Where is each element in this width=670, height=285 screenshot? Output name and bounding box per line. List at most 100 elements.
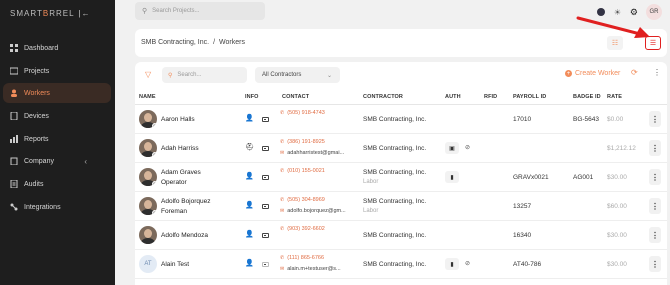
phone-icon: ✆ [280,226,285,232]
project-search-input[interactable]: ⚲ Search Projects... [135,2,265,20]
id-card-icon [262,117,269,122]
person-icon: 👤 [245,115,254,122]
phone-auth-icon[interactable]: ▮ [445,171,459,183]
search-placeholder: Search Projects... [152,8,200,14]
phone-icon: ✆ [280,110,285,116]
list-view-button[interactable]: ☰ [645,36,661,50]
table-row[interactable]: AT Alain Test 👤 ✆ (111) 865-6766 ✉ alain.m… [135,250,667,279]
row-more-button[interactable]: ⋮ [649,227,661,243]
worker-trade: Labor [363,208,379,214]
sidebar-item-projects[interactable]: Projects [3,61,111,81]
worker-email[interactable]: ✉ adahharristest@gmai... [280,150,344,156]
folder-icon [10,67,18,75]
worker-name[interactable]: Adolfo Bojorquez [161,198,211,205]
table-row[interactable]: Adam Graves Operator 👤 ✆ (010) 155-0021 S… [135,163,667,192]
worker-email[interactable]: ✉ alain.m+testuser@s... [280,266,341,272]
row-more-button[interactable]: ⋮ [649,169,661,185]
worker-payroll-id: 13257 [513,203,532,210]
row-more-button[interactable]: ⋮ [649,198,661,214]
worker-email[interactable]: ✉ adolfo.bojorquez@gm... [280,208,346,214]
worker-phone[interactable]: ✆ (505) 304-8969 [280,197,325,203]
sidebar-item-label: Reports [24,135,49,143]
worker-payroll-id: GRAVx0021 [513,174,549,181]
worker-name[interactable]: Adah Harriss [161,145,199,152]
breadcrumb-page: Workers [219,39,245,46]
worker-name[interactable]: Adolfo Mendoza [161,232,208,239]
worker-photo [139,226,157,244]
worker-phone[interactable]: ✆ (010) 155-0021 [280,168,325,174]
sidebar-item-label: Projects [24,67,50,75]
column-header-rate[interactable]: RATE [607,94,622,100]
search-placeholder: Search... [177,72,202,78]
sidebar-item-label: Dashboard [24,44,59,52]
breadcrumb-company[interactable]: SMB Contracting, Inc. [141,39,209,46]
breadcrumb: SMB Contracting, Inc. / Workers [141,39,245,46]
collapse-sidebar-icon[interactable]: |← [79,9,91,18]
worker-photo [139,110,157,128]
worker-phone[interactable]: ✆ (111) 865-6766 [280,255,324,261]
column-header-contractor[interactable]: CONTRACTOR [363,94,403,100]
brand-logo[interactable]: SMARTBRREL |← [10,9,91,18]
sidebar-item-reports[interactable]: Reports [3,129,111,149]
column-header-name[interactable]: NAME [139,94,156,100]
chevron-down-icon: ⌄ [326,72,332,79]
worker-name[interactable]: Adam Graves [161,169,201,176]
sidebar-item-company[interactable]: Company ‹ [3,151,111,171]
worker-role: Foreman [161,208,188,215]
sidebar-item-devices[interactable]: Devices [3,106,111,126]
table-row[interactable]: Adah Harriss ⛑ ✆ (386) 191-8925 ✉ adahharr… [135,134,667,163]
worker-rate: $30.00 [607,261,627,268]
table-row[interactable]: Adolfo Bojorquez Foreman 👤 ✆ (505) 304-89… [135,192,667,221]
sidebar-item-label: Devices [24,112,49,120]
phone-auth-icon[interactable]: ▮ [445,258,459,270]
email-icon: ✉ [280,266,285,272]
filter-icon[interactable]: ▽ [145,70,151,79]
worker-contractor: SMB Contracting, Inc. [363,198,427,205]
flag-icon[interactable] [596,8,605,16]
column-header-badge-id[interactable]: BADGE ID [573,94,601,100]
badge-auth-icon[interactable]: ▣ [445,142,459,154]
phone-icon: ✆ [280,255,285,261]
sidebar-item-dashboard[interactable]: Dashboard [3,38,111,58]
search-icon: ⚲ [142,8,148,15]
table-row[interactable]: Adolfo Mendoza 👤 ✆ (903) 392-6602 SMB Con… [135,221,667,250]
worker-trade: Labor [363,179,379,185]
sidebar-item-workers[interactable]: Workers [3,83,111,103]
worker-contractor: SMB Contracting, Inc. [363,169,427,176]
worker-name[interactable]: Alain Test [161,261,189,268]
row-more-button[interactable]: ⋮ [649,111,661,127]
person-icon: 👤 [245,173,254,180]
worker-contractor: SMB Contracting, Inc. [363,116,427,123]
worker-rate: $30.00 [607,174,627,181]
sidebar-item-label: Integrations [24,203,61,211]
worker-phone[interactable]: ✆ (903) 392-6602 [280,226,325,232]
column-header-payroll-id[interactable]: PAYROLL ID [513,94,546,100]
more-options-icon[interactable]: ⋮ [653,68,661,77]
refresh-icon[interactable]: ⟳ [631,68,638,77]
worker-contractor: SMB Contracting, Inc. [363,261,427,268]
chevron-left-icon: ‹ [84,156,87,166]
id-card-icon [262,146,269,151]
gear-icon[interactable]: ⚙ [630,7,638,18]
device-icon [10,112,18,120]
table-row[interactable]: Aaron Halls 👤 ✆ (505) 918-4743 SMB Contra… [135,105,667,134]
person-icon: 👤 [245,231,254,238]
theme-toggle-icon[interactable]: ☀ [613,8,622,17]
person-icon: 👤 [245,260,254,267]
contractor-select[interactable]: All Contractors ⌄ [255,67,340,83]
user-avatar[interactable]: GR [646,4,662,20]
worker-phone[interactable]: ✆ (505) 918-4743 [280,110,325,116]
create-worker-button[interactable]: + Create Worker [565,70,620,77]
worker-search-input[interactable]: ⚲ Search... [162,67,247,83]
sidebar-item-integrations[interactable]: Integrations [3,197,111,217]
row-more-button[interactable]: ⋮ [649,256,661,272]
create-worker-label: Create Worker [575,70,621,77]
table-view-button[interactable]: ☷ [607,36,623,50]
building-icon [10,157,18,165]
worker-name[interactable]: Aaron Halls [161,116,195,123]
worker-phone[interactable]: ✆ (386) 191-8925 [280,139,325,145]
sidebar-item-audits[interactable]: Audits [3,174,111,194]
row-more-button[interactable]: ⋮ [649,140,661,156]
person-icon: 👤 [245,202,254,209]
id-card-icon [262,204,269,209]
